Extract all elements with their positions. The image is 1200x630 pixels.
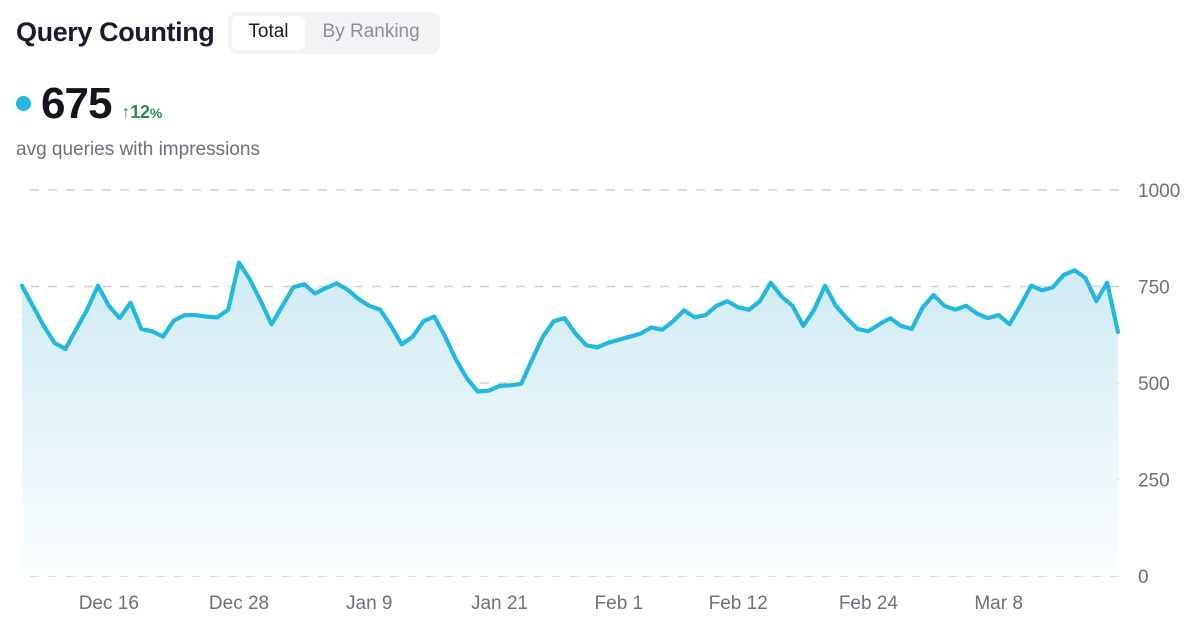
x-axis-tick-label: Dec 28 (209, 593, 269, 614)
kpi-delta: ↑12% (121, 102, 162, 123)
y-axis-tick-label: 500 (1138, 374, 1170, 395)
kpi-delta-arrow-value: ↑12 (121, 102, 150, 122)
view-toggle-group[interactable]: Total By Ranking (228, 12, 440, 54)
chart-x-axis: Dec 16 Dec 28 Jan 9 Jan 21 Feb 1 Feb 12 Feb 24… (0, 576, 1200, 630)
y-axis-tick-label: 750 (1138, 278, 1170, 299)
kpi-value: 675 (41, 79, 112, 128)
series-color-dot-icon (16, 96, 31, 111)
x-axis-tick-label: Mar 8 (974, 593, 1023, 614)
card-header: Query Counting Total By Ranking (16, 12, 440, 54)
x-axis-tick-label: Jan 21 (471, 593, 528, 614)
x-axis-tick-label: Feb 24 (839, 593, 899, 614)
y-axis-tick-label: 250 (1138, 471, 1170, 492)
kpi-delta-unit: % (149, 105, 163, 121)
page-title: Query Counting (16, 17, 215, 48)
x-axis-tick-label: Feb 12 (709, 593, 768, 614)
x-axis-tick-label: Dec 16 (79, 593, 139, 614)
chart-y-axis-labels: 02505007501000 (1138, 181, 1180, 588)
x-axis-tick-label: Feb 1 (595, 593, 644, 614)
y-axis-tick-label: 1000 (1138, 181, 1180, 202)
x-axis-tick-label: Jan 9 (346, 593, 392, 614)
chart-area[interactable]: 0 250 500 750 1000 (0, 170, 1200, 590)
query-counting-card: Query Counting Total By Ranking 675 ↑12%… (0, 0, 1200, 630)
query-counting-area-chart[interactable]: 02505007501000 (0, 170, 1200, 590)
tab-total[interactable]: Total (232, 16, 305, 50)
kpi-block: 675 ↑12% (16, 82, 162, 126)
tab-by-ranking[interactable]: By Ranking (307, 16, 436, 50)
chart-x-axis-labels: Dec 16 Dec 28 Jan 9 Jan 21 Feb 1 Feb 12 Feb 24… (79, 593, 1023, 614)
kpi-subtitle: avg queries with impressions (16, 139, 260, 160)
